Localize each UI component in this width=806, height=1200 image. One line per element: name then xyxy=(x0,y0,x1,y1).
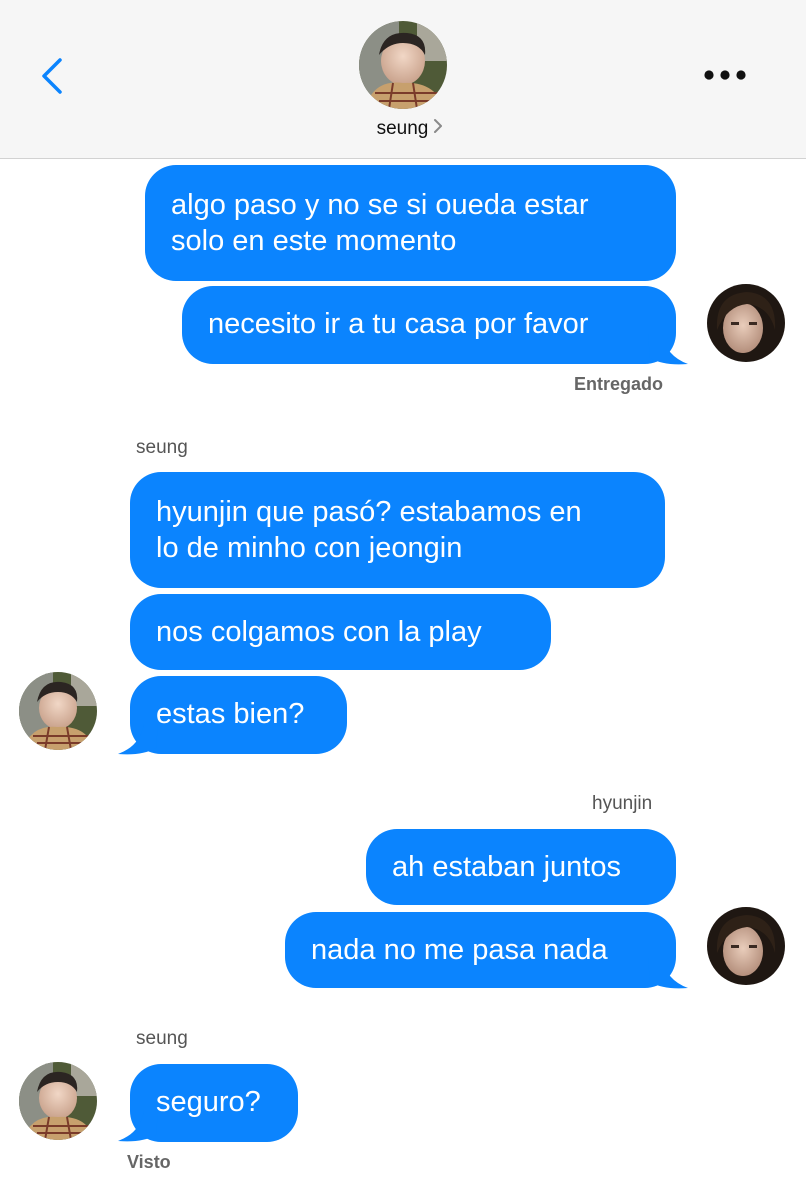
message-text-line: nos colgamos con la play xyxy=(156,616,482,648)
message-bubble-received[interactable]: estas bien? xyxy=(130,676,347,754)
read-status: Visto xyxy=(127,1152,171,1172)
contact-photo xyxy=(19,672,97,750)
message-bubble-received[interactable]: nos colgamos con la play xyxy=(130,594,551,670)
message-bubble-sent[interactable]: ah estaban juntos xyxy=(366,829,676,905)
contact-photo xyxy=(19,1062,97,1140)
contact-name-button[interactable]: seung xyxy=(0,118,806,140)
message-text-line: estas bien? xyxy=(156,698,305,730)
message-text-line: solo en este momento xyxy=(171,225,457,257)
sender-name: seung xyxy=(136,437,188,458)
contact-photo xyxy=(359,21,447,109)
my-photo xyxy=(707,907,785,985)
contact-avatar-small[interactable] xyxy=(19,1062,97,1140)
message-text-line: seguro? xyxy=(156,1086,261,1118)
bubble-tail-right xyxy=(648,958,688,989)
conversation-header: seung xyxy=(0,0,806,159)
chevron-right-icon xyxy=(433,118,443,140)
message-bubble-sent[interactable]: necesito ir a tu casa por favor xyxy=(182,286,676,364)
message-text-line: nada no me pasa nada xyxy=(311,934,608,966)
message-text-line: necesito ir a tu casa por favor xyxy=(208,308,589,340)
message-text-line: algo paso y no se si oueda estar xyxy=(171,189,589,221)
message-text-line: lo de minho con jeongin xyxy=(156,532,463,564)
message-bubble-sent[interactable]: algo paso y no se si oueda estar solo en… xyxy=(145,165,676,281)
sender-name: hyunjin xyxy=(592,793,653,814)
bubble-tail-left xyxy=(118,724,158,755)
message-bubble-received[interactable]: hyunjin que pasó? estabamos en lo de min… xyxy=(130,472,665,588)
contact-avatar-small[interactable] xyxy=(19,672,97,750)
bubble-tail-left xyxy=(118,1111,158,1142)
message-text-line: ah estaban juntos xyxy=(392,851,621,883)
message-bubble-sent[interactable]: nada no me pasa nada xyxy=(285,912,676,988)
back-button[interactable] xyxy=(34,54,74,98)
contact-avatar[interactable] xyxy=(359,21,447,109)
delivery-status: Entregado xyxy=(574,374,664,394)
bubble-tail-right xyxy=(648,334,688,365)
message-text-line: hyunjin que pasó? estabamos en xyxy=(156,496,582,528)
contact-name: seung xyxy=(376,118,429,140)
my-avatar[interactable] xyxy=(707,907,785,985)
my-avatar[interactable] xyxy=(707,284,785,362)
sender-name: seung xyxy=(136,1028,188,1049)
more-options-button[interactable] xyxy=(698,58,752,92)
more-horizontal-icon xyxy=(704,70,746,80)
chevron-left-icon xyxy=(42,58,62,94)
my-photo xyxy=(707,284,785,362)
